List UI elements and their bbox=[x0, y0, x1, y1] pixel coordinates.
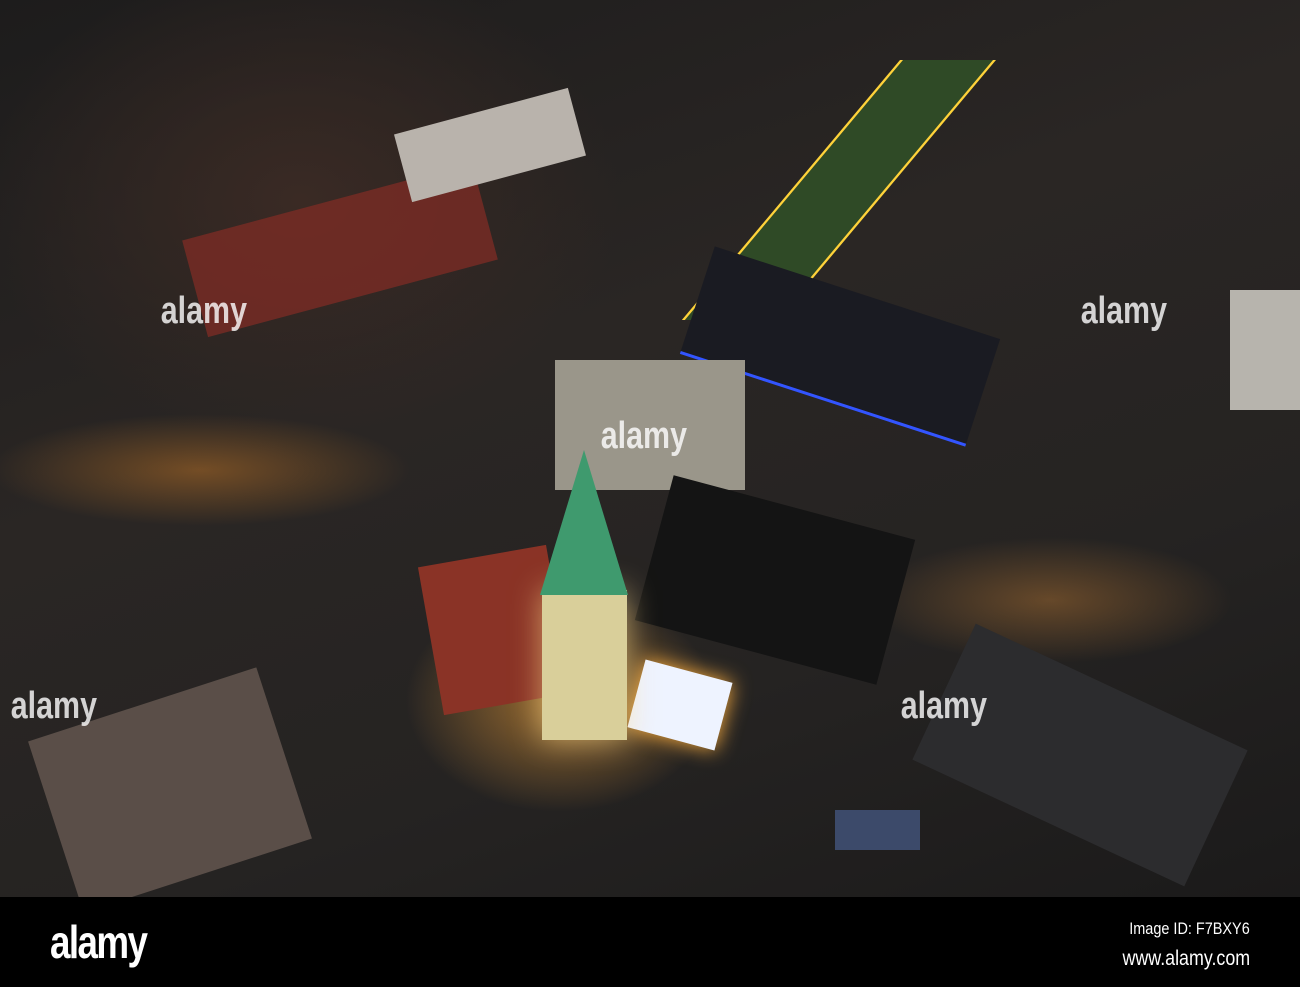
ice-rink bbox=[627, 659, 733, 751]
watermark-bar: alamy Image ID: F7BXY6 www.alamy.com bbox=[0, 897, 1300, 987]
tower-block-right bbox=[1230, 290, 1300, 410]
alamy-logo: alamy bbox=[50, 916, 148, 968]
apartment-block bbox=[394, 87, 586, 203]
watermark-text: alamy bbox=[1080, 290, 1167, 332]
aerial-night-photo: alamy alamy alamy alamy alamy bbox=[0, 0, 1300, 897]
flat-roof-building bbox=[634, 475, 916, 685]
site-url: www.alamy.com bbox=[1122, 947, 1250, 970]
watermark-text: alamy bbox=[900, 685, 987, 727]
church-spire bbox=[540, 450, 628, 595]
parking-lot bbox=[912, 623, 1248, 887]
church-tower bbox=[542, 590, 627, 740]
watermark-text: alamy bbox=[160, 290, 247, 332]
watermark-text: alamy bbox=[600, 415, 687, 457]
solar-roof bbox=[835, 810, 920, 850]
watermark-text: alamy bbox=[10, 685, 97, 727]
image-id: Image ID: F7BXY6 bbox=[1129, 919, 1250, 938]
